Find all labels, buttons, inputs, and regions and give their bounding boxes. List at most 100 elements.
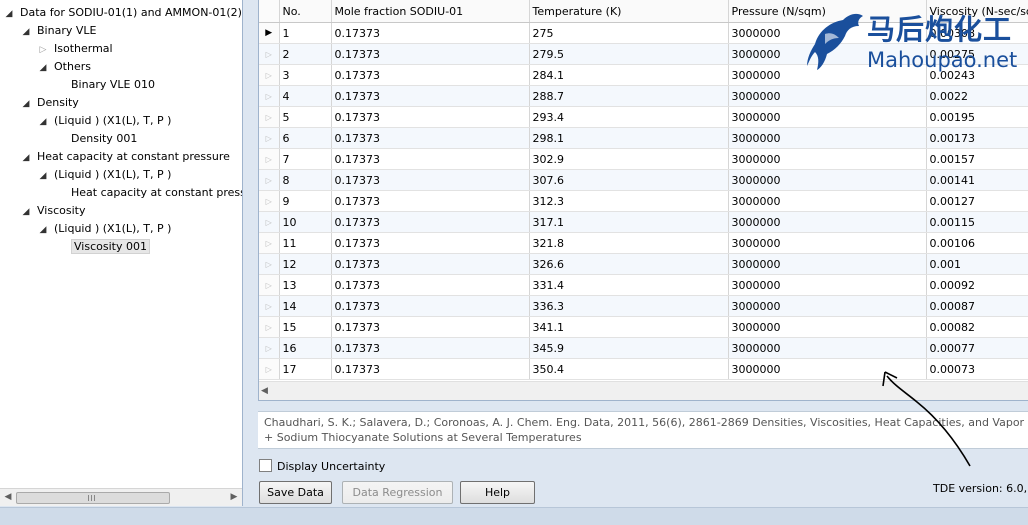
tree-node[interactable]: ◢ Binary VLE (0, 22, 242, 40)
table-row[interactable]: ▷ 8 0.17373 307.6 3000000 0.00141 (259, 169, 1028, 191)
table-row[interactable]: ▷ 6 0.17373 298.1 3000000 0.00173 (259, 127, 1028, 149)
table-cell[interactable]: 0.00087 (926, 295, 1028, 317)
table-cell[interactable]: 3000000 (728, 211, 927, 233)
table-cell[interactable]: 4 (279, 85, 332, 107)
table-cell[interactable]: 284.1 (529, 64, 729, 86)
table-cell[interactable]: 3000000 (728, 253, 927, 275)
table-cell[interactable]: 298.1 (529, 127, 729, 149)
tree-node[interactable]: ◢ Density (0, 94, 242, 112)
table-cell[interactable]: 0.00082 (926, 316, 1028, 338)
table-cell[interactable]: 0.00195 (926, 106, 1028, 128)
tree-node[interactable]: ▷ Isothermal (0, 40, 242, 58)
table-cell[interactable]: 341.1 (529, 316, 729, 338)
row-header-icon[interactable]: ▷ (259, 43, 280, 65)
table-row[interactable]: ▷ 9 0.17373 312.3 3000000 0.00127 (259, 190, 1028, 212)
dataset-tree-panel[interactable]: ◢ Data for SODIU-01(1) and AMMON-01(2) ◢ Bi… (0, 0, 243, 506)
scrollbar-thumb[interactable] (16, 492, 170, 504)
triangle-down-icon[interactable]: ◢ (37, 113, 49, 131)
row-header-icon[interactable]: ▷ (259, 148, 280, 170)
scroll-left-arrow-icon[interactable]: ◀ (261, 382, 268, 400)
table-cell[interactable]: 0.17373 (331, 316, 530, 338)
table-cell[interactable]: 0.00157 (926, 148, 1028, 170)
data-regression-button[interactable]: Data Regression (342, 481, 453, 504)
triangle-right-icon[interactable]: ▷ (37, 41, 49, 59)
triangle-down-icon[interactable]: ◢ (37, 221, 49, 239)
table-cell[interactable]: 0.17373 (331, 85, 530, 107)
table-cell[interactable]: 8 (279, 169, 332, 191)
row-header-icon[interactable]: ▷ (259, 337, 280, 359)
table-cell[interactable]: 1 (279, 22, 332, 44)
table-cell[interactable]: 15 (279, 316, 332, 338)
table-cell[interactable]: 0.17373 (331, 106, 530, 128)
table-cell[interactable]: 331.4 (529, 274, 729, 296)
table-cell[interactable]: 7 (279, 148, 332, 170)
table-cell[interactable]: 0.17373 (331, 43, 530, 65)
triangle-down-icon[interactable]: ◢ (20, 149, 32, 167)
table-row[interactable]: ▷ 13 0.17373 331.4 3000000 0.00092 (259, 274, 1028, 296)
table-cell[interactable]: 0.00106 (926, 232, 1028, 254)
table-cell[interactable]: 9 (279, 190, 332, 212)
triangle-down-icon[interactable]: ◢ (20, 95, 32, 113)
table-cell[interactable]: 336.3 (529, 295, 729, 317)
table-row[interactable]: ▷ 5 0.17373 293.4 3000000 0.00195 (259, 106, 1028, 128)
table-cell[interactable]: 6 (279, 127, 332, 149)
table-cell[interactable]: 293.4 (529, 106, 729, 128)
table-cell[interactable]: 3000000 (728, 169, 927, 191)
table-cell[interactable]: 345.9 (529, 337, 729, 359)
table-cell[interactable]: 5 (279, 106, 332, 128)
triangle-down-icon[interactable]: ◢ (20, 203, 32, 221)
save-data-button[interactable]: Save Data (259, 481, 332, 504)
table-cell[interactable]: 302.9 (529, 148, 729, 170)
table-cell[interactable]: 3000000 (728, 190, 927, 212)
tree-node[interactable]: ◢ (Liquid ) (X1(L), T, P ) (0, 220, 242, 238)
table-cell[interactable]: 0.17373 (331, 232, 530, 254)
table-cell[interactable]: 3 (279, 64, 332, 86)
table-cell[interactable]: 0.17373 (331, 169, 530, 191)
table-cell[interactable]: 3000000 (728, 148, 927, 170)
row-header-icon[interactable]: ▷ (259, 253, 280, 275)
checkbox-box[interactable] (259, 459, 272, 472)
tree-node[interactable]: Binary VLE 010 (0, 76, 242, 94)
help-button[interactable]: Help (460, 481, 535, 504)
table-cell[interactable]: 3000000 (728, 106, 927, 128)
table-cell[interactable]: 288.7 (529, 85, 729, 107)
table-cell[interactable]: 13 (279, 274, 332, 296)
table-cell[interactable]: 2 (279, 43, 332, 65)
table-cell[interactable]: 3000000 (728, 274, 927, 296)
column-header[interactable]: No. (279, 0, 332, 23)
tree-node[interactable]: Density 001 (0, 130, 242, 148)
tree-node[interactable]: ◢ Others (0, 58, 242, 76)
row-header-icon[interactable]: ▷ (259, 232, 280, 254)
table-row[interactable]: ▷ 7 0.17373 302.9 3000000 0.00157 (259, 148, 1028, 170)
row-header-icon[interactable]: ▷ (259, 295, 280, 317)
table-cell[interactable]: 3000000 (728, 337, 927, 359)
row-header-icon[interactable]: ▷ (259, 127, 280, 149)
column-header[interactable]: Temperature (K) (529, 0, 729, 23)
tree-node[interactable]: ◢ (Liquid ) (X1(L), T, P ) (0, 112, 242, 130)
table-cell[interactable]: 0.17373 (331, 211, 530, 233)
table-cell[interactable]: 10 (279, 211, 332, 233)
table-cell[interactable]: 0.17373 (331, 127, 530, 149)
row-header-icon[interactable]: ▷ (259, 316, 280, 338)
table-cell[interactable]: 0.17373 (331, 295, 530, 317)
table-cell[interactable]: 0.17373 (331, 253, 530, 275)
row-header-icon[interactable]: ▷ (259, 190, 280, 212)
table-cell[interactable]: 312.3 (529, 190, 729, 212)
table-cell[interactable]: 0.00141 (926, 169, 1028, 191)
table-cell[interactable]: 0.00127 (926, 190, 1028, 212)
table-cell[interactable]: 0.00092 (926, 274, 1028, 296)
table-cell[interactable]: 0.17373 (331, 22, 530, 44)
row-header-icon[interactable]: ▷ (259, 358, 280, 380)
scroll-left-arrow-icon[interactable]: ◀ (0, 489, 16, 506)
table-cell[interactable]: 16 (279, 337, 332, 359)
row-header-icon[interactable]: ▷ (259, 169, 280, 191)
table-cell[interactable]: 0.17373 (331, 274, 530, 296)
table-row[interactable]: ▷ 10 0.17373 317.1 3000000 0.00115 (259, 211, 1028, 233)
table-cell[interactable]: 0.00173 (926, 127, 1028, 149)
table-cell[interactable]: 279.5 (529, 43, 729, 65)
row-header-icon[interactable]: ▷ (259, 106, 280, 128)
table-cell[interactable]: 0.0022 (926, 85, 1028, 107)
scroll-right-arrow-icon[interactable]: ▶ (226, 489, 242, 506)
table-cell[interactable]: 326.6 (529, 253, 729, 275)
tree-node[interactable]: ◢ (Liquid ) (X1(L), T, P ) (0, 166, 242, 184)
